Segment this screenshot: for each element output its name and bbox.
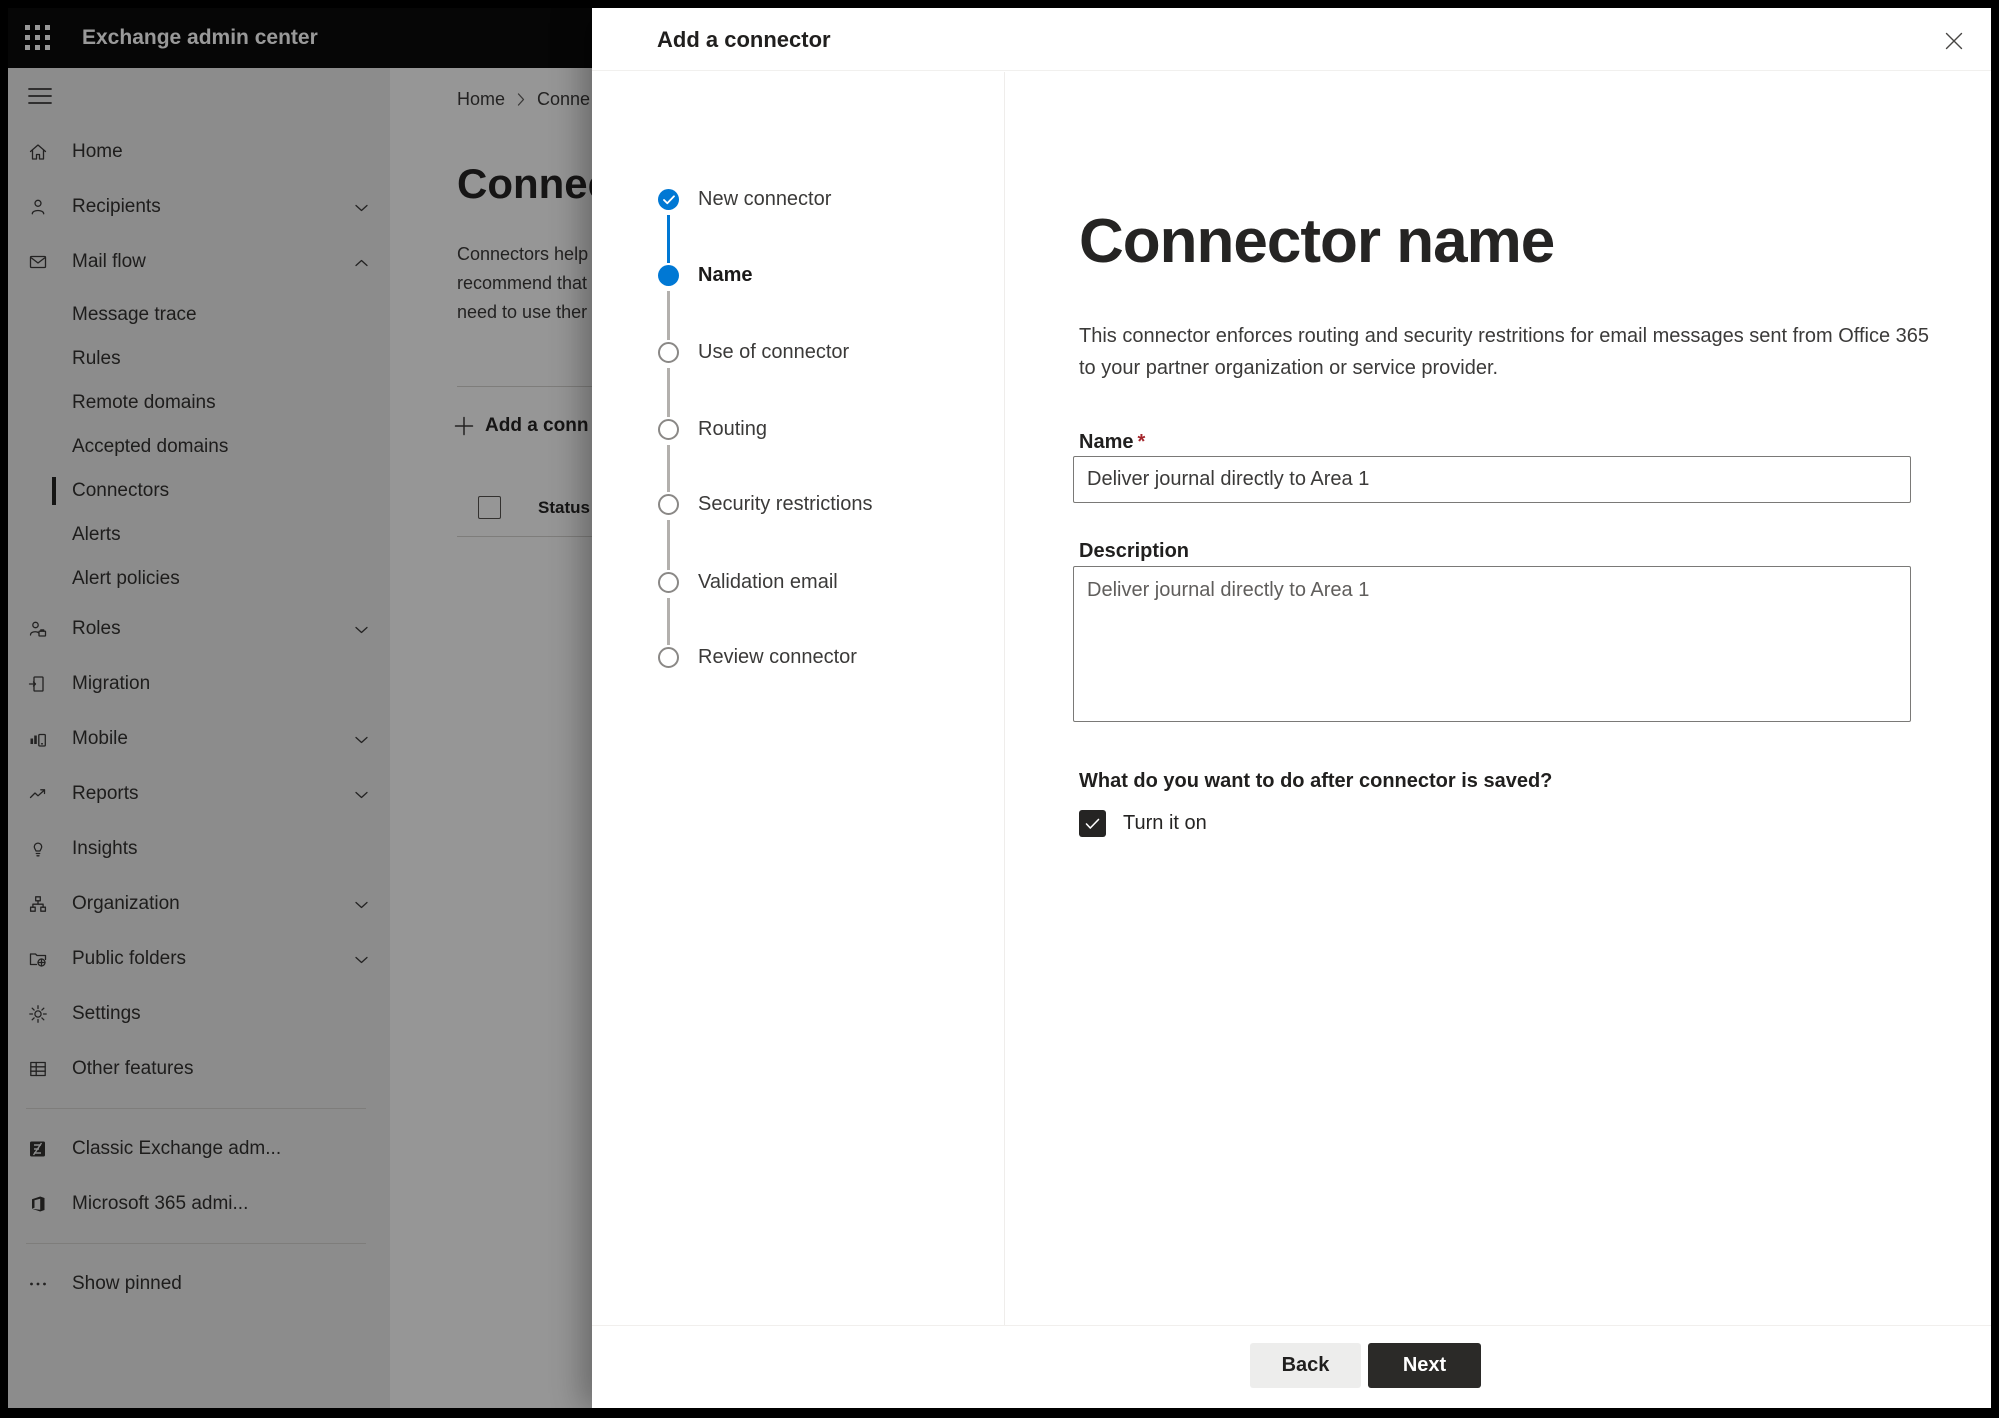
step-connector-line	[667, 291, 670, 340]
step-check-icon	[658, 189, 679, 210]
next-button[interactable]: Next	[1368, 1343, 1481, 1388]
name-input[interactable]	[1073, 456, 1911, 503]
step-current-dot	[658, 265, 679, 286]
step-new-connector[interactable]: New connector	[658, 188, 831, 211]
step-name[interactable]: Name	[658, 264, 752, 287]
step-dot	[658, 647, 679, 668]
step-connector-line	[667, 520, 670, 570]
form-description: This connector enforces routing and secu…	[1079, 325, 1930, 379]
back-button[interactable]: Back	[1250, 1343, 1361, 1388]
step-use-of-connector[interactable]: Use of connector	[658, 341, 849, 364]
step-validation-email[interactable]: Validation email	[658, 571, 838, 594]
close-icon[interactable]	[1939, 26, 1969, 56]
step-dot	[658, 572, 679, 593]
description-input[interactable]	[1073, 566, 1911, 722]
panel-header: Add a connector	[592, 8, 1991, 71]
turn-it-on-checkbox-row[interactable]: Turn it on	[1079, 810, 1207, 837]
name-label: Name *	[1079, 431, 1146, 453]
step-connector-line	[667, 368, 670, 417]
form-heading: Connector name	[1079, 207, 1555, 276]
step-routing[interactable]: Routing	[658, 418, 767, 441]
turn-it-on-label: Turn it on	[1123, 812, 1207, 834]
footer-divider	[592, 1325, 1991, 1326]
step-connector-line	[667, 215, 670, 263]
step-dot	[658, 342, 679, 363]
step-review-connector[interactable]: Review connector	[658, 646, 857, 669]
wizard-steps: New connector Name Use of connector Rout…	[592, 72, 1005, 1325]
step-security-restrictions[interactable]: Security restrictions	[658, 493, 873, 516]
add-connector-panel: Add a connector New connector Name Use o…	[592, 8, 1991, 1408]
step-connector-line	[667, 598, 670, 645]
required-asterisk: *	[1137, 431, 1146, 453]
step-dot	[658, 494, 679, 515]
checked-checkbox-icon[interactable]	[1079, 810, 1106, 837]
panel-title: Add a connector	[657, 27, 831, 52]
description-label: Description	[1079, 540, 1190, 562]
after-save-question: What do you want to do after connector i…	[1079, 770, 1553, 792]
step-dot	[658, 419, 679, 440]
exchange-admin-app: Exchange admin center Home Recipients Ma…	[8, 8, 1991, 1408]
step-connector-line	[667, 445, 670, 492]
